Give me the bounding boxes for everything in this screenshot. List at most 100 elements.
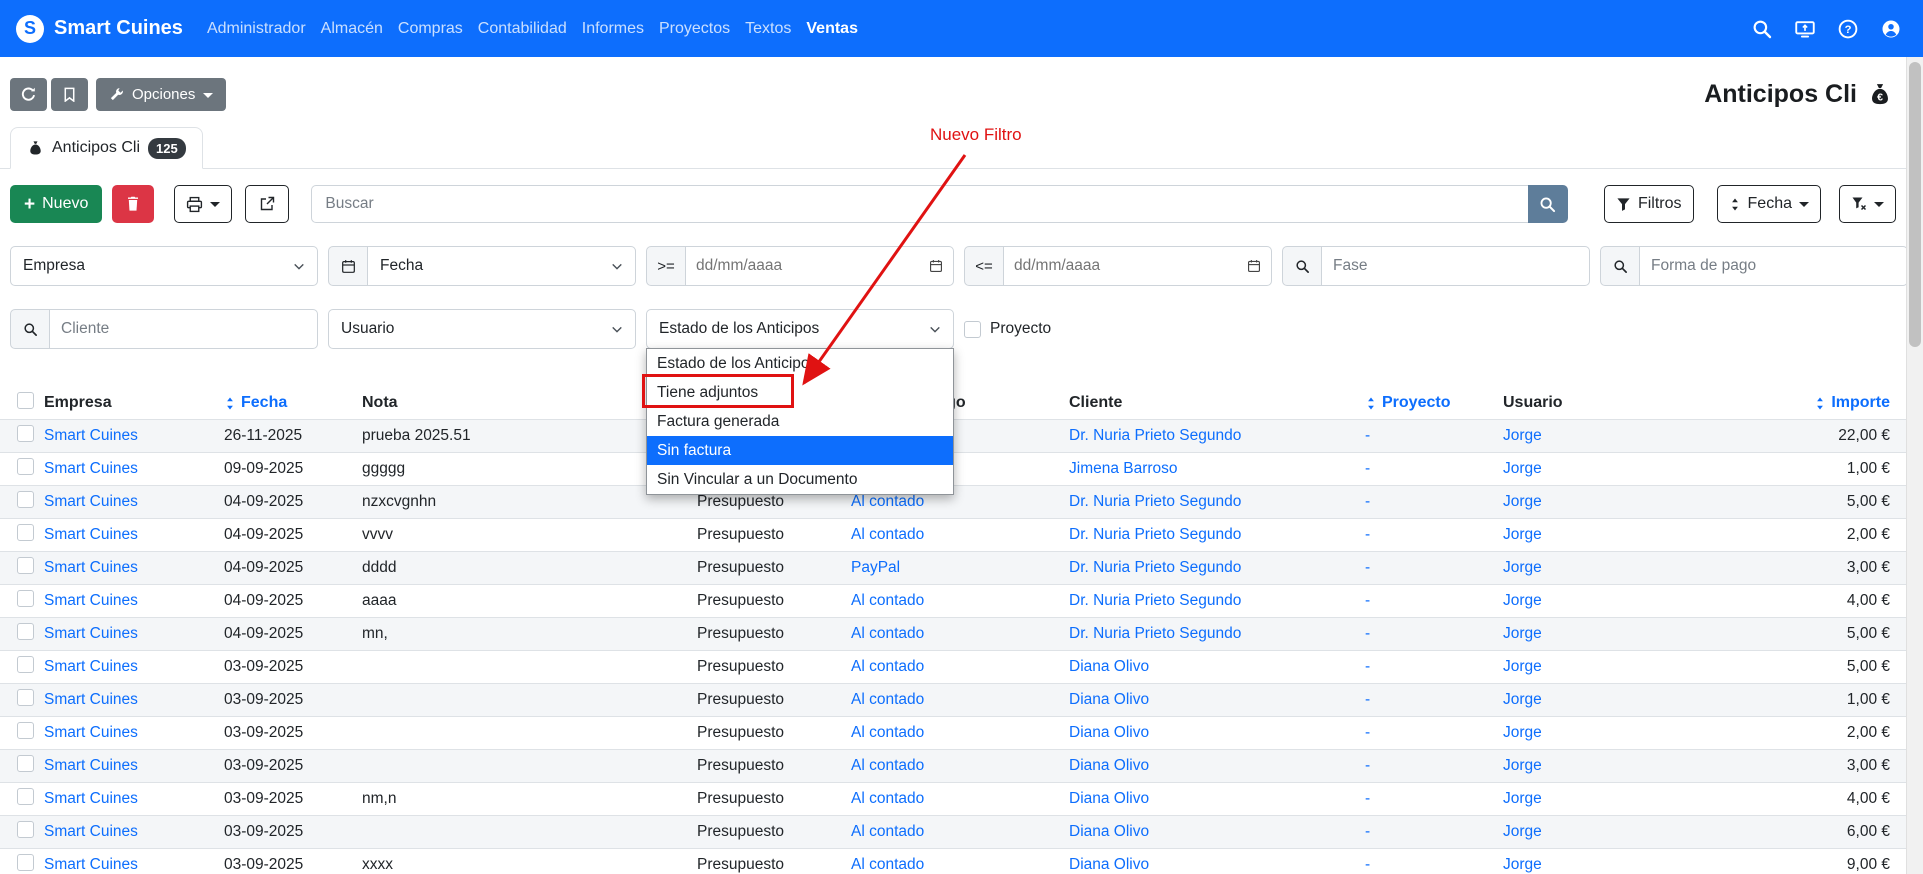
cell-empresa[interactable]: Smart Cuines	[44, 493, 224, 511]
clear-filters-button[interactable]	[1839, 185, 1896, 223]
cell-proyecto[interactable]: -	[1365, 427, 1503, 445]
cell-cliente[interactable]: Diana Olivo	[1069, 658, 1365, 676]
row-checkbox[interactable]	[17, 656, 34, 673]
cell-empresa[interactable]: Smart Cuines	[44, 559, 224, 577]
nav-item-compras[interactable]: Compras	[398, 20, 463, 38]
select-all-checkbox[interactable]	[17, 392, 34, 409]
screen-share-icon[interactable]	[1795, 19, 1815, 39]
cell-forma-pago[interactable]: Al contado	[851, 724, 1069, 742]
print-button[interactable]	[174, 185, 232, 223]
bookmark-button[interactable]	[51, 78, 88, 111]
nav-item-almac-n[interactable]: Almacén	[321, 20, 383, 38]
cell-empresa[interactable]: Smart Cuines	[44, 823, 224, 841]
dropdown-option[interactable]: Sin factura	[647, 436, 953, 465]
nav-item-textos[interactable]: Textos	[745, 20, 791, 38]
table-row[interactable]: Smart Cuines04-09-2025aaaaPresupuestoAl …	[0, 585, 1906, 618]
table-row[interactable]: Smart Cuines04-09-2025ddddPresupuestoPay…	[0, 552, 1906, 585]
cell-proyecto[interactable]: -	[1365, 493, 1503, 511]
cell-cliente[interactable]: Dr. Nuria Prieto Segundo	[1069, 493, 1365, 511]
cell-empresa[interactable]: Smart Cuines	[44, 592, 224, 610]
cell-cliente[interactable]: Diana Olivo	[1069, 757, 1365, 775]
cell-usuario[interactable]: Jorge	[1503, 823, 1683, 841]
header-importe[interactable]: Importe	[1683, 394, 1906, 412]
calendar-picker-icon[interactable]	[929, 259, 943, 273]
cell-usuario[interactable]: Jorge	[1503, 757, 1683, 775]
cell-empresa[interactable]: Smart Cuines	[44, 625, 224, 643]
cell-empresa[interactable]: Smart Cuines	[44, 856, 224, 874]
calendar-picker-icon[interactable]	[1247, 259, 1261, 273]
nuevo-button[interactable]: + Nuevo	[10, 185, 102, 223]
header-proyecto[interactable]: Proyecto	[1365, 394, 1503, 412]
proyecto-checkbox[interactable]	[964, 321, 981, 338]
table-row[interactable]: Smart Cuines03-09-2025PresupuestoAl cont…	[0, 717, 1906, 750]
fecha-sort-button[interactable]: Fecha	[1717, 185, 1821, 223]
open-external-button[interactable]	[245, 185, 289, 223]
cell-proyecto[interactable]: -	[1365, 625, 1503, 643]
cell-forma-pago[interactable]: Al contado	[851, 625, 1069, 643]
cell-proyecto[interactable]: -	[1365, 460, 1503, 478]
refresh-button[interactable]	[10, 78, 47, 111]
cell-forma-pago[interactable]: Al contado	[851, 691, 1069, 709]
cell-usuario[interactable]: Jorge	[1503, 724, 1683, 742]
cell-empresa[interactable]: Smart Cuines	[44, 460, 224, 478]
cell-usuario[interactable]: Jorge	[1503, 427, 1683, 445]
cell-forma-pago[interactable]: Al contado	[851, 757, 1069, 775]
cell-forma-pago[interactable]: Al contado	[851, 856, 1069, 874]
delete-button[interactable]	[112, 185, 154, 223]
row-checkbox[interactable]	[17, 425, 34, 442]
cell-forma-pago[interactable]: Al contado	[851, 823, 1069, 841]
row-checkbox[interactable]	[17, 590, 34, 607]
row-checkbox[interactable]	[17, 854, 34, 871]
date-from-input[interactable]	[696, 257, 929, 275]
row-checkbox[interactable]	[17, 689, 34, 706]
cell-proyecto[interactable]: -	[1365, 790, 1503, 808]
table-row[interactable]: Smart Cuines03-09-2025nm,nPresupuestoAl …	[0, 783, 1906, 816]
nav-item-proyectos[interactable]: Proyectos	[659, 20, 730, 38]
cell-cliente[interactable]: Dr. Nuria Prieto Segundo	[1069, 526, 1365, 544]
cell-proyecto[interactable]: -	[1365, 757, 1503, 775]
help-icon[interactable]: ?	[1838, 19, 1858, 39]
cell-forma-pago[interactable]: Al contado	[851, 592, 1069, 610]
cell-cliente[interactable]: Diana Olivo	[1069, 823, 1365, 841]
cell-empresa[interactable]: Smart Cuines	[44, 757, 224, 775]
cell-empresa[interactable]: Smart Cuines	[44, 724, 224, 742]
nav-item-ventas[interactable]: Ventas	[806, 20, 858, 38]
forma-pago-input[interactable]	[1639, 246, 1908, 286]
cell-forma-pago[interactable]: Al contado	[851, 658, 1069, 676]
cell-proyecto[interactable]: -	[1365, 856, 1503, 874]
cell-forma-pago[interactable]: Al contado	[851, 526, 1069, 544]
cell-cliente[interactable]: Diana Olivo	[1069, 724, 1365, 742]
cell-proyecto[interactable]: -	[1365, 592, 1503, 610]
cell-proyecto[interactable]: -	[1365, 526, 1503, 544]
cell-usuario[interactable]: Jorge	[1503, 790, 1683, 808]
cell-proyecto[interactable]: -	[1365, 823, 1503, 841]
estado-anticipos-select[interactable]: Estado de los Anticipos	[646, 309, 954, 349]
row-checkbox[interactable]	[17, 788, 34, 805]
cell-cliente[interactable]: Diana Olivo	[1069, 856, 1365, 874]
usuario-select[interactable]: Usuario	[328, 309, 636, 349]
search-input[interactable]	[311, 185, 1528, 223]
brand[interactable]: S Smart Cuines	[16, 15, 183, 43]
cell-empresa[interactable]: Smart Cuines	[44, 790, 224, 808]
cell-usuario[interactable]: Jorge	[1503, 526, 1683, 544]
cell-usuario[interactable]: Jorge	[1503, 658, 1683, 676]
vertical-scrollbar[interactable]	[1906, 57, 1923, 874]
opciones-button[interactable]: Opciones	[96, 78, 226, 111]
nav-item-contabilidad[interactable]: Contabilidad	[478, 20, 567, 38]
table-row[interactable]: Smart Cuines03-09-2025xxxxPresupuestoAl …	[0, 849, 1906, 874]
fase-input[interactable]	[1321, 246, 1590, 286]
table-row[interactable]: Smart Cuines03-09-2025PresupuestoAl cont…	[0, 684, 1906, 717]
cell-cliente[interactable]: Dr. Nuria Prieto Segundo	[1069, 559, 1365, 577]
dropdown-option[interactable]: Factura generada	[647, 407, 953, 436]
cell-proyecto[interactable]: -	[1365, 559, 1503, 577]
cell-forma-pago[interactable]: Al contado	[851, 790, 1069, 808]
cell-empresa[interactable]: Smart Cuines	[44, 427, 224, 445]
search-icon[interactable]	[1752, 19, 1772, 39]
row-checkbox[interactable]	[17, 458, 34, 475]
row-checkbox[interactable]	[17, 722, 34, 739]
cell-cliente[interactable]: Dr. Nuria Prieto Segundo	[1069, 625, 1365, 643]
nav-item-administrador[interactable]: Administrador	[207, 20, 306, 38]
cell-usuario[interactable]: Jorge	[1503, 493, 1683, 511]
cell-usuario[interactable]: Jorge	[1503, 460, 1683, 478]
cell-usuario[interactable]: Jorge	[1503, 856, 1683, 874]
